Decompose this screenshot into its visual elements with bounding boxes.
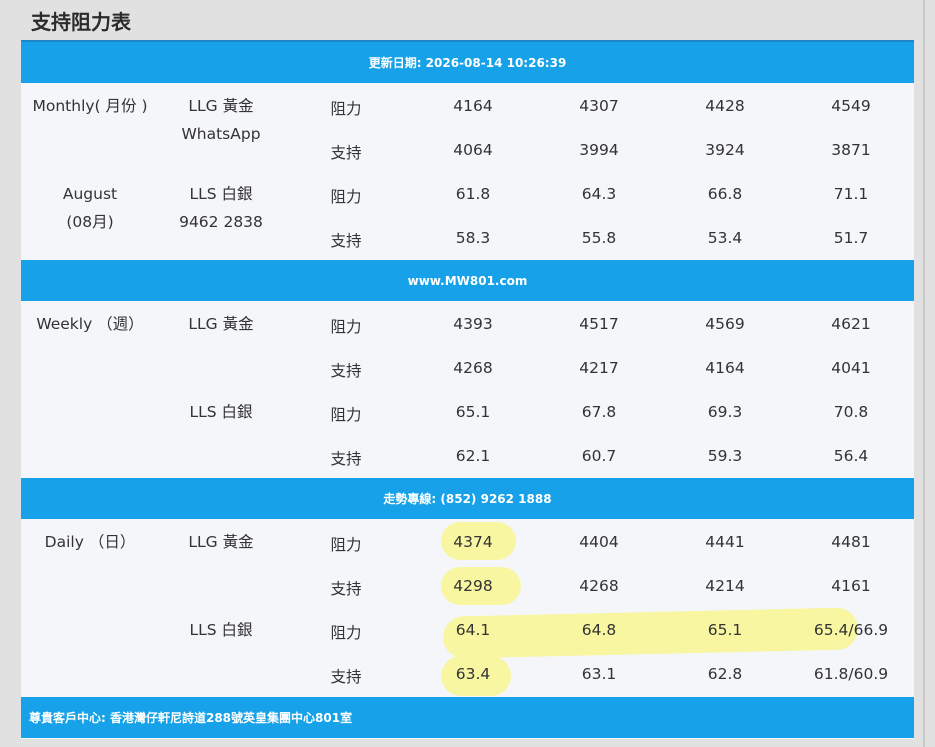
page-edge: [923, 0, 925, 747]
value-cell: 4268: [579, 577, 619, 595]
value-cell: 4064: [453, 141, 493, 159]
value-cell: 4374: [453, 533, 493, 551]
value-cell: 65.4/66.9: [813, 621, 889, 639]
updated-date-band: 更新日期: 2026-08-14 10:26:39: [21, 42, 914, 83]
value-cell: 4217: [579, 359, 619, 377]
row-type-support: 支持: [330, 362, 362, 380]
weekly-gold-label: LLG 黃金: [188, 315, 254, 333]
value-cell: 70.8: [833, 403, 869, 421]
value-cell: 65.1: [455, 403, 491, 421]
value-cell: 4404: [579, 533, 619, 551]
value-cell: 67.8: [581, 403, 617, 421]
value-cell: 4161: [831, 577, 871, 595]
whatsapp-label: WhatsApp: [181, 125, 261, 143]
value-cell: 56.4: [833, 447, 869, 465]
value-cell: 58.3: [455, 229, 491, 247]
address-band: 尊貴客戶中心: 香港灣仔軒尼詩道288號英皇集團中心801室: [21, 697, 914, 738]
row-type-resistance: 阻力: [330, 318, 362, 336]
row-type-support: 支持: [330, 580, 362, 598]
row-type-resistance: 阻力: [330, 100, 362, 118]
value-cell: 4307: [579, 97, 619, 115]
support-resistance-table: 更新日期: 2026-08-14 10:26:39 Monthly( 月份 ) …: [21, 40, 914, 739]
value-cell: 60.7: [581, 447, 617, 465]
daily-gold-label: LLG 黃金: [188, 533, 254, 551]
row-type-resistance: 阻力: [330, 188, 362, 206]
value-cell: 53.4: [707, 229, 743, 247]
value-cell: 4569: [705, 315, 745, 333]
page-title: 支持阻力表: [31, 10, 131, 34]
value-cell: 4041: [831, 359, 871, 377]
value-cell: 4393: [453, 315, 493, 333]
value-cell: 4481: [831, 533, 871, 551]
value-cell: 4549: [831, 97, 871, 115]
hotline-band: 走勢專線: (852) 9262 1888: [21, 478, 914, 519]
whatsapp-phone: 9462 2838: [179, 213, 263, 231]
value-cell: 4621: [831, 315, 871, 333]
value-cell: 64.3: [581, 185, 617, 203]
weekly-period-label: Weekly （週）: [36, 315, 144, 333]
value-cell: 4164: [705, 359, 745, 377]
value-cell: 3994: [579, 141, 619, 159]
value-cell: 63.4: [455, 665, 491, 683]
value-cell: 3871: [831, 141, 871, 159]
monthly-gold-label: LLG 黃金: [188, 97, 254, 115]
row-type-support: 支持: [330, 668, 362, 686]
value-cell: 62.1: [455, 447, 491, 465]
row-type-support: 支持: [330, 144, 362, 162]
value-cell: 64.8: [581, 621, 617, 639]
value-cell: 63.1: [581, 665, 617, 683]
value-cell: 4268: [453, 359, 493, 377]
value-cell: 62.8: [707, 665, 743, 683]
row-type-support: 支持: [330, 450, 362, 468]
value-cell: 61.8/60.9: [813, 665, 889, 683]
value-cell: 55.8: [581, 229, 617, 247]
value-cell: 4517: [579, 315, 619, 333]
value-cell: 61.8: [455, 185, 491, 203]
website-band: www.MW801.com: [21, 260, 914, 301]
value-cell: 4214: [705, 577, 745, 595]
value-cell: 69.3: [707, 403, 743, 421]
row-type-support: 支持: [330, 232, 362, 250]
value-cell: 4428: [705, 97, 745, 115]
value-cell: 71.1: [833, 185, 869, 203]
value-cell: 64.1: [455, 621, 491, 639]
row-type-resistance: 阻力: [330, 536, 362, 554]
row-type-resistance: 阻力: [330, 406, 362, 424]
value-cell: 4164: [453, 97, 493, 115]
value-cell: 4298: [453, 577, 493, 595]
monthly-period-label: Monthly( 月份 ): [32, 97, 148, 115]
monthly-silver-label: LLS 白銀: [189, 185, 253, 203]
value-cell: 3924: [705, 141, 745, 159]
value-cell: 4441: [705, 533, 745, 551]
value-cell: 65.1: [707, 621, 743, 639]
row-type-resistance: 阻力: [330, 624, 362, 642]
weekly-silver-label: LLS 白銀: [189, 403, 253, 421]
value-cell: 66.8: [707, 185, 743, 203]
value-cell: 59.3: [707, 447, 743, 465]
monthly-month-label: August: [62, 185, 118, 203]
value-cell: 51.7: [833, 229, 869, 247]
daily-silver-label: LLS 白銀: [189, 621, 253, 639]
daily-period-label: Daily （日）: [44, 533, 136, 551]
monthly-month-zh-label: (08月): [66, 213, 114, 231]
